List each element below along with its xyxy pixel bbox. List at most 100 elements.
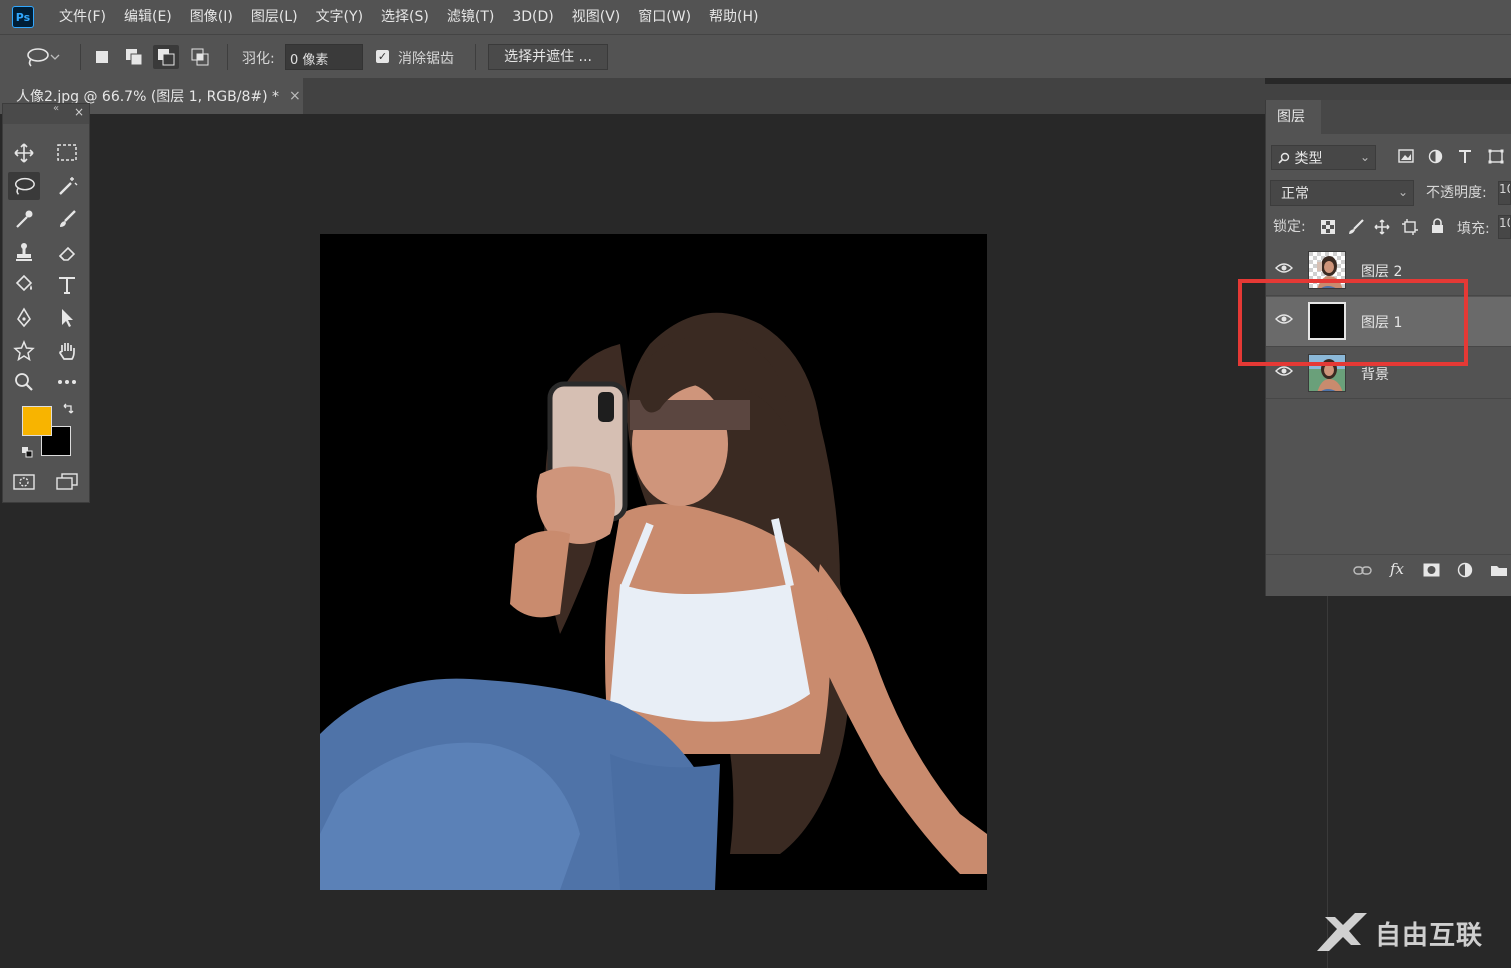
- select-and-mask-button[interactable]: 选择并遮住 ...: [488, 44, 608, 70]
- chevron-down-icon: [50, 54, 60, 60]
- more-tools-button[interactable]: [51, 368, 83, 396]
- subtract-selection-icon: [158, 49, 175, 66]
- menu-select[interactable]: 选择(S): [372, 0, 438, 34]
- divider: [80, 44, 81, 70]
- lock-all-icon[interactable]: [1431, 218, 1444, 234]
- opacity-input[interactable]: 10: [1498, 181, 1511, 205]
- screen-mode-button[interactable]: [51, 468, 83, 496]
- type-icon: [59, 277, 75, 294]
- menu-filter[interactable]: 滤镜(T): [438, 0, 503, 34]
- toolbox-header[interactable]: « ×: [3, 103, 89, 124]
- filter-pixel-icon[interactable]: [1398, 149, 1414, 163]
- eraser-tool[interactable]: [51, 238, 83, 266]
- feather-input[interactable]: 0 像素: [285, 44, 363, 70]
- quick-mask-icon: [13, 474, 35, 490]
- lock-artboard-icon[interactable]: [1402, 219, 1418, 235]
- search-icon: [1278, 152, 1290, 164]
- zoom-tool[interactable]: [8, 368, 40, 396]
- new-selection-button[interactable]: [89, 45, 115, 69]
- fx-icon[interactable]: fx: [1390, 560, 1404, 578]
- mask-icon[interactable]: [1423, 563, 1440, 577]
- canvas-photo: [320, 234, 987, 890]
- chevron-down-icon: ⌄: [1397, 185, 1408, 199]
- menu-view[interactable]: 视图(V): [563, 0, 630, 34]
- arrow-pointer-icon: [62, 309, 73, 327]
- menu-layer[interactable]: 图层(L): [242, 0, 307, 34]
- lock-transparent-icon[interactable]: [1321, 220, 1335, 234]
- link-icon[interactable]: [1353, 565, 1373, 577]
- foreground-color-swatch[interactable]: [22, 406, 52, 436]
- menu-file[interactable]: 文件(F): [50, 0, 115, 34]
- rect-marquee-tool[interactable]: [51, 139, 83, 167]
- photoshop-logo: Ps: [12, 6, 34, 28]
- path-select-tool[interactable]: [51, 304, 83, 332]
- blend-mode-value: 正常: [1281, 186, 1309, 202]
- feather-label: 羽化:: [242, 51, 275, 67]
- default-colors-icon[interactable]: [21, 446, 33, 458]
- filter-adjustment-icon[interactable]: [1428, 149, 1443, 164]
- menu-type[interactable]: 文字(Y): [307, 0, 372, 34]
- rect-marquee-icon: [57, 144, 77, 161]
- eyedropper-icon: [16, 210, 33, 228]
- move-tool[interactable]: [8, 139, 40, 167]
- panel-tab-strip: [1321, 100, 1511, 134]
- close-toolbox-button[interactable]: ×: [74, 105, 84, 119]
- menu-edit[interactable]: 编辑(E): [115, 0, 181, 34]
- folder-icon[interactable]: [1490, 563, 1508, 577]
- type-tool[interactable]: [51, 271, 83, 299]
- screen-mode-icon: [56, 473, 78, 490]
- subtract-from-selection-button[interactable]: [153, 45, 179, 69]
- lock-paint-icon[interactable]: [1348, 219, 1364, 235]
- custom-shape-tool[interactable]: [8, 337, 40, 365]
- watermark-text: 自由互联: [1375, 920, 1484, 951]
- options-bar: 羽化: 0 像素 ✓ 消除锯齿 选择并遮住 ...: [0, 34, 1511, 78]
- swap-colors-icon[interactable]: [61, 403, 75, 417]
- tool-preset-picker[interactable]: [24, 45, 70, 69]
- pen-tool[interactable]: [8, 304, 40, 332]
- toolbox: « ×: [2, 103, 90, 503]
- menu-help[interactable]: 帮助(H): [700, 0, 767, 34]
- divider: [227, 44, 228, 70]
- highlight-annotation: [1238, 279, 1468, 366]
- layer-name: 背景: [1361, 367, 1389, 383]
- stamp-icon: [16, 243, 32, 261]
- anti-alias-checkbox[interactable]: ✓: [376, 50, 389, 63]
- paint-bucket-tool[interactable]: [8, 271, 40, 299]
- menu-3d[interactable]: 3D(D): [503, 0, 562, 34]
- menu-bar: Ps 文件(F) 编辑(E) 图像(I) 图层(L) 文字(Y) 选择(S) 滤…: [0, 0, 1511, 34]
- brush-tool[interactable]: [51, 205, 83, 233]
- lasso-icon: [14, 177, 35, 195]
- layer-name: 图层 2: [1361, 264, 1403, 280]
- eyedropper-tool[interactable]: [8, 205, 40, 233]
- add-selection-icon: [126, 49, 143, 66]
- blend-mode-select[interactable]: 正常 ⌄: [1270, 180, 1414, 206]
- filter-type-icon[interactable]: [1458, 149, 1472, 164]
- anti-alias-label: 消除锯齿: [398, 51, 454, 67]
- layer-filter-select[interactable]: 类型 ⌄: [1271, 145, 1376, 170]
- add-to-selection-button[interactable]: [121, 45, 147, 69]
- intersect-selection-icon: [191, 48, 209, 66]
- filter-shape-icon[interactable]: [1488, 149, 1504, 164]
- lock-position-icon[interactable]: [1374, 219, 1390, 235]
- document-canvas[interactable]: [320, 234, 987, 890]
- close-tab-button[interactable]: ×: [289, 88, 301, 104]
- brush-icon: [60, 210, 76, 227]
- quick-mask-button[interactable]: [8, 468, 40, 496]
- menu-image[interactable]: 图像(I): [181, 0, 242, 34]
- move-icon: [14, 143, 34, 163]
- magic-wand-tool[interactable]: [51, 172, 83, 200]
- hand-tool[interactable]: [51, 337, 83, 365]
- collapse-toolbox-icon[interactable]: «: [53, 103, 59, 114]
- adjustment-layer-icon[interactable]: [1457, 562, 1473, 578]
- lock-label: 锁定:: [1273, 219, 1306, 235]
- layers-tab[interactable]: 图层: [1266, 100, 1321, 134]
- eye-icon[interactable]: [1275, 262, 1293, 274]
- layers-panel-footer: fx: [1266, 554, 1511, 587]
- stamp-tool[interactable]: [8, 238, 40, 266]
- lasso-tool[interactable]: [8, 172, 40, 200]
- eraser-icon: [58, 246, 76, 261]
- eye-icon[interactable]: [1275, 365, 1293, 377]
- intersect-selection-button[interactable]: [187, 45, 213, 69]
- menu-window[interactable]: 窗口(W): [629, 0, 700, 34]
- fill-input[interactable]: 10: [1498, 215, 1511, 239]
